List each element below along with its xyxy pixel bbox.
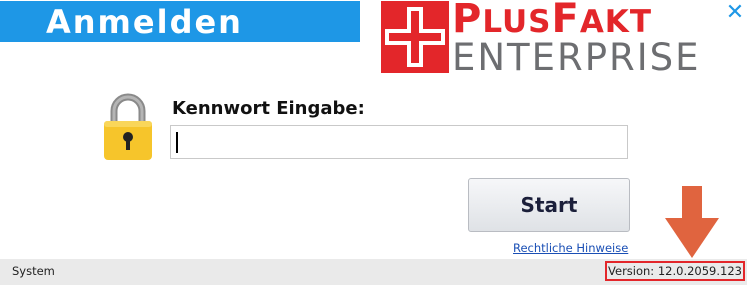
window-title: Anmelden: [46, 2, 243, 41]
logo-subtitle: ENTERPRISE: [452, 36, 701, 79]
password-field[interactable]: [170, 125, 628, 159]
login-window: Anmelden PLUSFAKT ENTERPRISE ✕ Kennwort …: [0, 0, 747, 285]
plusfakt-cross-icon: [381, 1, 449, 73]
start-button[interactable]: Start: [468, 178, 630, 232]
version-badge: Version: 12.0.2059.123: [605, 261, 745, 281]
logo-brand-name: PLUSFAKT: [452, 0, 652, 39]
down-arrow-icon: [665, 186, 719, 258]
status-system-label: System: [12, 264, 55, 278]
legal-notice-link[interactable]: Rechtliche Hinweise: [513, 241, 628, 255]
padlock-icon: [104, 93, 152, 160]
logo-letters-akt: AKT: [579, 4, 652, 40]
close-icon[interactable]: ✕: [725, 2, 745, 24]
title-banner: Anmelden: [0, 1, 360, 42]
plusfakt-logo: PLUSFAKT ENTERPRISE: [381, 0, 721, 79]
password-label: Kennwort Eingabe:: [172, 98, 365, 119]
logo-letters-lus: LUS: [482, 4, 552, 40]
status-bar: System Version: 12.0.2059.123: [0, 259, 747, 285]
text-caret: [176, 132, 178, 153]
